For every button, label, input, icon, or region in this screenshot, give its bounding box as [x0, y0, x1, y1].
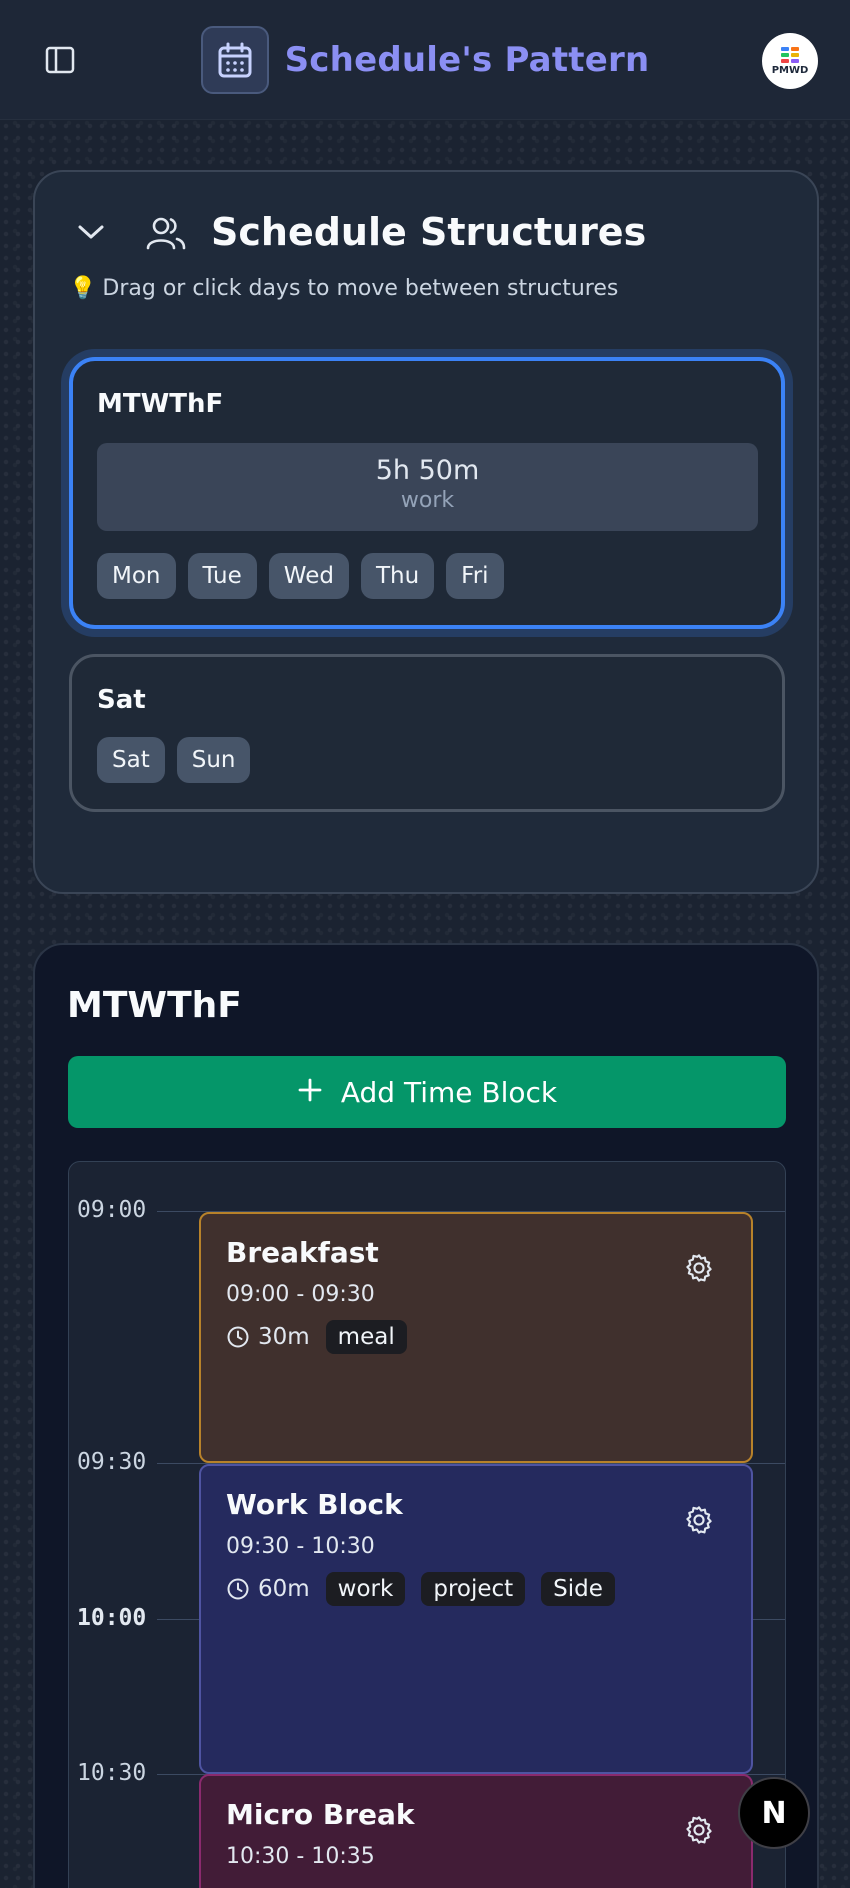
calendar-icon — [200, 25, 269, 94]
summary-time: 5h 50m — [375, 455, 480, 486]
structure-name: MTWThF — [97, 389, 224, 419]
duration-text: 30m — [258, 1324, 310, 1350]
add-time-block-button[interactable]: Add Time Block — [68, 1056, 786, 1128]
day-chips: Sat Sun — [97, 737, 251, 783]
panel-title: Schedule Structures — [211, 210, 647, 254]
block-duration: 30m — [226, 1324, 310, 1350]
n-logo-icon: N — [761, 1795, 787, 1831]
collapse-button[interactable] — [75, 216, 107, 248]
block-time-range: 09:00 - 09:30 — [226, 1282, 375, 1307]
users-icon — [146, 217, 186, 250]
clock-icon — [227, 1326, 249, 1348]
chevron-down-icon — [78, 225, 104, 239]
block-meta: 60m work project Side — [226, 1572, 615, 1606]
day-schedule-panel: MTWThF Add Time Block 09:00 09:30 10:00 … — [33, 943, 819, 1888]
avatar-text: PMWD — [771, 64, 809, 76]
schedule-structures-panel: Schedule Structures 💡 Drag or click days… — [33, 170, 819, 894]
block-time-range: 09:30 - 10:30 — [226, 1534, 375, 1559]
settings-gear-icon[interactable] — [683, 1252, 715, 1284]
day-chip-thu[interactable]: Thu — [360, 553, 435, 599]
day-chip-tue[interactable]: Tue — [187, 553, 257, 599]
hint-text: 💡 Drag or click days to move between str… — [69, 276, 618, 301]
day-chip-sun[interactable]: Sun — [176, 737, 251, 783]
lightbulb-icon: 💡 — [69, 276, 97, 301]
block-tag: work — [325, 1572, 406, 1606]
day-chip-wed[interactable]: Wed — [268, 553, 349, 599]
block-time-range: 10:30 - 10:35 — [226, 1844, 375, 1869]
nextjs-badge-button[interactable]: N — [738, 1777, 810, 1849]
summary-label: work — [400, 488, 455, 513]
avatar-logo-icon — [781, 46, 799, 63]
plus-icon — [297, 1075, 323, 1109]
sidebar-icon — [45, 46, 75, 74]
day-chip-fri[interactable]: Fri — [446, 553, 504, 599]
settings-gear-icon[interactable] — [683, 1504, 715, 1536]
block-tag: meal — [325, 1320, 407, 1354]
structure-card-sat[interactable]: Sat Sat Sun — [69, 654, 785, 812]
time-block-breakfast[interactable]: Breakfast 09:00 - 09:30 30m meal — [199, 1212, 753, 1463]
time-label: 09:30 — [77, 1449, 147, 1475]
block-title: Work Block — [226, 1488, 403, 1521]
block-tag: Side — [541, 1572, 615, 1606]
structure-name: Sat — [97, 685, 146, 715]
hint-label: Drag or click days to move between struc… — [102, 276, 619, 301]
block-title: Micro Break — [226, 1798, 415, 1831]
day-title: MTWThF — [67, 985, 242, 1026]
day-chip-mon[interactable]: Mon — [97, 553, 176, 599]
structure-card-mtwthf[interactable]: MTWThF 5h 50m work Mon Tue Wed Thu Fri — [69, 357, 785, 629]
day-chips: Mon Tue Wed Thu Fri — [97, 553, 504, 599]
block-duration: 60m — [226, 1576, 310, 1602]
block-tag: project — [421, 1572, 526, 1606]
day-chip-sat[interactable]: Sat — [97, 737, 165, 783]
timeline: 09:00 09:30 10:00 10:30 Breakfast 09:00 … — [68, 1161, 786, 1888]
brand: Schedule's Pattern — [200, 25, 650, 94]
block-title: Breakfast — [226, 1236, 379, 1269]
settings-gear-icon[interactable] — [683, 1814, 715, 1846]
time-label: 10:30 — [77, 1760, 147, 1786]
duration-text: 60m — [258, 1576, 310, 1602]
block-meta: 30m meal — [226, 1320, 407, 1354]
time-label: 10:00 — [77, 1605, 147, 1631]
add-time-block-label: Add Time Block — [340, 1075, 558, 1109]
top-bar: Schedule's Pattern PMWD — [0, 0, 850, 120]
avatar[interactable]: PMWD — [762, 33, 818, 89]
app-title: Schedule's Pattern — [284, 39, 650, 80]
time-block-work[interactable]: Work Block 09:30 - 10:30 60m work projec… — [199, 1464, 753, 1774]
time-label: 09:00 — [77, 1197, 147, 1223]
time-block-micro-break[interactable]: Micro Break 10:30 - 10:35 — [199, 1774, 753, 1888]
sidebar-toggle-button[interactable] — [44, 44, 76, 76]
clock-icon — [227, 1578, 249, 1600]
structure-summary: 5h 50m work — [97, 443, 758, 531]
